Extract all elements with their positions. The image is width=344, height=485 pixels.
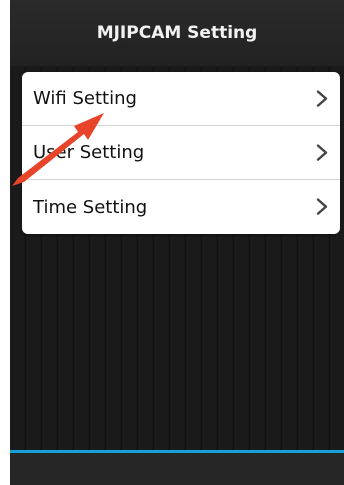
title-bar: MJIPCAM Setting (10, 0, 344, 66)
app-screen: MJIPCAM Setting Wifi Setting User Settin… (10, 0, 344, 485)
chevron-right-icon (316, 198, 328, 215)
menu-item-label: User Setting (33, 142, 145, 163)
page-title: MJIPCAM Setting (96, 23, 258, 43)
bottom-bar (10, 450, 344, 485)
settings-menu: Wifi Setting User Setting Time Setting (22, 72, 340, 234)
menu-item-user-setting[interactable]: User Setting (22, 126, 340, 180)
menu-item-time-setting[interactable]: Time Setting (22, 180, 340, 234)
menu-item-label: Wifi Setting (33, 88, 137, 109)
menu-item-label: Time Setting (33, 196, 148, 218)
menu-item-wifi-setting[interactable]: Wifi Setting (22, 72, 340, 126)
chevron-right-icon (316, 89, 328, 107)
chevron-right-icon (316, 143, 328, 161)
